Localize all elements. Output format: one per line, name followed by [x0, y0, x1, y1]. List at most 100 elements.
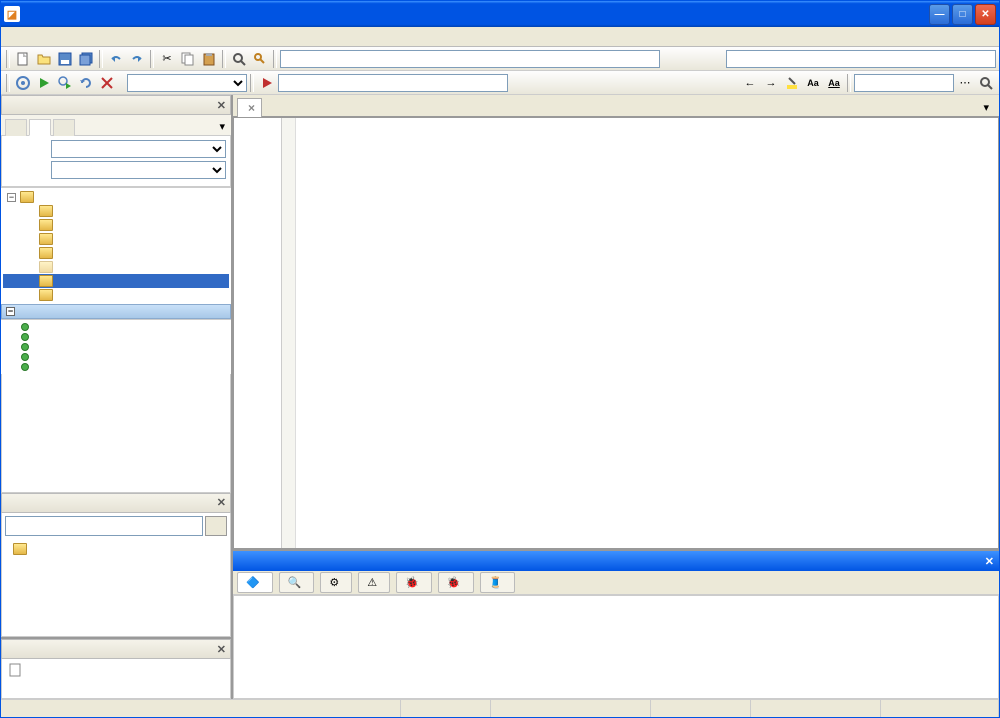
wholeword-icon[interactable]: Aa	[824, 73, 844, 93]
logs-close-icon[interactable]: ✕	[985, 555, 994, 568]
nav-back-icon[interactable]: ←	[740, 73, 760, 93]
build-icon[interactable]	[13, 73, 33, 93]
logs-body[interactable]	[233, 595, 999, 699]
maximize-button[interactable]: □	[952, 4, 973, 25]
open-file-icon[interactable]	[34, 49, 54, 69]
opts-icon[interactable]: ⋯	[955, 73, 975, 93]
public-item[interactable]	[3, 332, 229, 342]
member-icon	[21, 333, 29, 341]
public-header[interactable]: −	[1, 304, 231, 319]
debug-run-icon[interactable]	[257, 73, 277, 93]
search-select[interactable]	[51, 161, 226, 179]
run-icon[interactable]	[34, 73, 54, 93]
toolbar-2: ← → Aa Aa ⋯	[1, 71, 999, 95]
tree-item[interactable]	[3, 232, 229, 246]
menu-debug[interactable]	[88, 35, 102, 39]
tab-files[interactable]	[53, 119, 75, 136]
logs-tab-debugger[interactable]: 🐞	[396, 572, 432, 593]
highlight-icon[interactable]	[782, 73, 802, 93]
search-icon: 🔍	[288, 576, 302, 589]
search-btn-icon[interactable]	[976, 73, 996, 93]
menu-project[interactable]	[60, 35, 74, 39]
menu-search[interactable]	[46, 35, 60, 39]
find-icon[interactable]	[229, 49, 249, 69]
logs-tabs: 🔷 🔍 ⚙ ⚠ 🐞 🐞 🧵	[233, 571, 999, 595]
logs-tab-threadsearch[interactable]: 🧵	[480, 572, 516, 593]
tree-root-symbols[interactable]: −	[3, 190, 229, 204]
public-item[interactable]	[3, 322, 229, 332]
tab-symbols[interactable]	[29, 119, 51, 136]
paste-icon[interactable]	[199, 49, 219, 69]
fold-gutter[interactable]	[282, 118, 296, 548]
menu-help[interactable]	[158, 35, 172, 39]
tabs-overflow-icon[interactable]: ▾	[217, 118, 227, 135]
undo-icon[interactable]	[106, 49, 126, 69]
save-icon[interactable]	[55, 49, 75, 69]
build-run-icon[interactable]	[55, 73, 75, 93]
snippets-search-input[interactable]	[5, 516, 203, 536]
toolbar2-search-input[interactable]	[278, 74, 508, 92]
tree-item-selected[interactable]	[3, 274, 229, 288]
view-select[interactable]	[51, 140, 226, 158]
replace-icon[interactable]	[250, 49, 270, 69]
symbols-tree: −	[1, 187, 231, 304]
new-file-icon[interactable]	[13, 49, 33, 69]
logs-tab-codeblocks[interactable]: 🔷	[237, 572, 273, 593]
tab-close-icon[interactable]: ×	[248, 101, 255, 115]
minimize-button[interactable]: —	[929, 4, 950, 25]
editor-tabs-overflow-icon[interactable]: ▾	[977, 99, 995, 116]
editor-area[interactable]	[233, 117, 999, 549]
rebuild-icon[interactable]	[76, 73, 96, 93]
menu-file[interactable]	[4, 35, 18, 39]
logs-tab-buildlog[interactable]: ⚙	[320, 572, 352, 593]
copy-icon[interactable]	[178, 49, 198, 69]
tree-item[interactable]	[3, 288, 229, 302]
context-hint-input[interactable]	[726, 50, 996, 68]
case-icon[interactable]: Aa	[803, 73, 823, 93]
code-content[interactable]	[296, 118, 998, 548]
close-button[interactable]: ✕	[975, 4, 996, 25]
tree-item[interactable]	[3, 246, 229, 260]
save-all-icon[interactable]	[76, 49, 96, 69]
folder-icon	[39, 261, 53, 273]
logs-tab-buildmsg[interactable]: ⚠	[358, 572, 390, 593]
management-tabs: ▾	[1, 115, 231, 136]
logs-header: ✕	[233, 551, 999, 571]
menu-view[interactable]	[32, 35, 46, 39]
build-target-select[interactable]	[127, 74, 247, 92]
codesnippets-close-icon[interactable]: ✕	[217, 496, 226, 509]
tree-item[interactable]	[3, 204, 229, 218]
tab-projects[interactable]	[5, 119, 27, 136]
menu-build[interactable]	[74, 35, 88, 39]
menu-edit[interactable]	[18, 35, 32, 39]
menu-tools[interactable]	[102, 35, 116, 39]
toolbar-context-input[interactable]	[280, 50, 660, 68]
public-item[interactable]	[3, 352, 229, 362]
toolbar2-input-2[interactable]	[854, 74, 954, 92]
nav-forward-icon[interactable]: →	[761, 73, 781, 93]
open-files-close-icon[interactable]: ✕	[217, 643, 226, 656]
tree-item[interactable]	[3, 260, 229, 274]
status-insert	[651, 700, 751, 717]
folder-icon	[39, 233, 53, 245]
abort-icon[interactable]	[97, 73, 117, 93]
logs-tab-search[interactable]: 🔍	[279, 572, 315, 593]
status-highlight	[881, 700, 999, 717]
management-close-icon[interactable]: ✕	[217, 99, 226, 112]
status-path	[1, 700, 401, 717]
redo-icon[interactable]	[127, 49, 147, 69]
open-file-item[interactable]	[5, 662, 227, 676]
editor-tab[interactable]: ×	[237, 98, 262, 117]
menu-plugins[interactable]	[130, 35, 144, 39]
public-item[interactable]	[3, 362, 229, 372]
snippets-root[interactable]	[5, 542, 227, 556]
menu-extensions[interactable]	[116, 35, 130, 39]
tree-item[interactable]	[3, 218, 229, 232]
warning-icon: ⚠	[367, 576, 377, 589]
cut-icon[interactable]: ✂	[157, 49, 177, 69]
snippets-search-button[interactable]	[205, 516, 227, 536]
public-item[interactable]	[3, 342, 229, 352]
menu-settings[interactable]	[144, 35, 158, 39]
logs-tab-debugger-debug[interactable]: 🐞	[438, 572, 474, 593]
menubar	[1, 27, 999, 47]
